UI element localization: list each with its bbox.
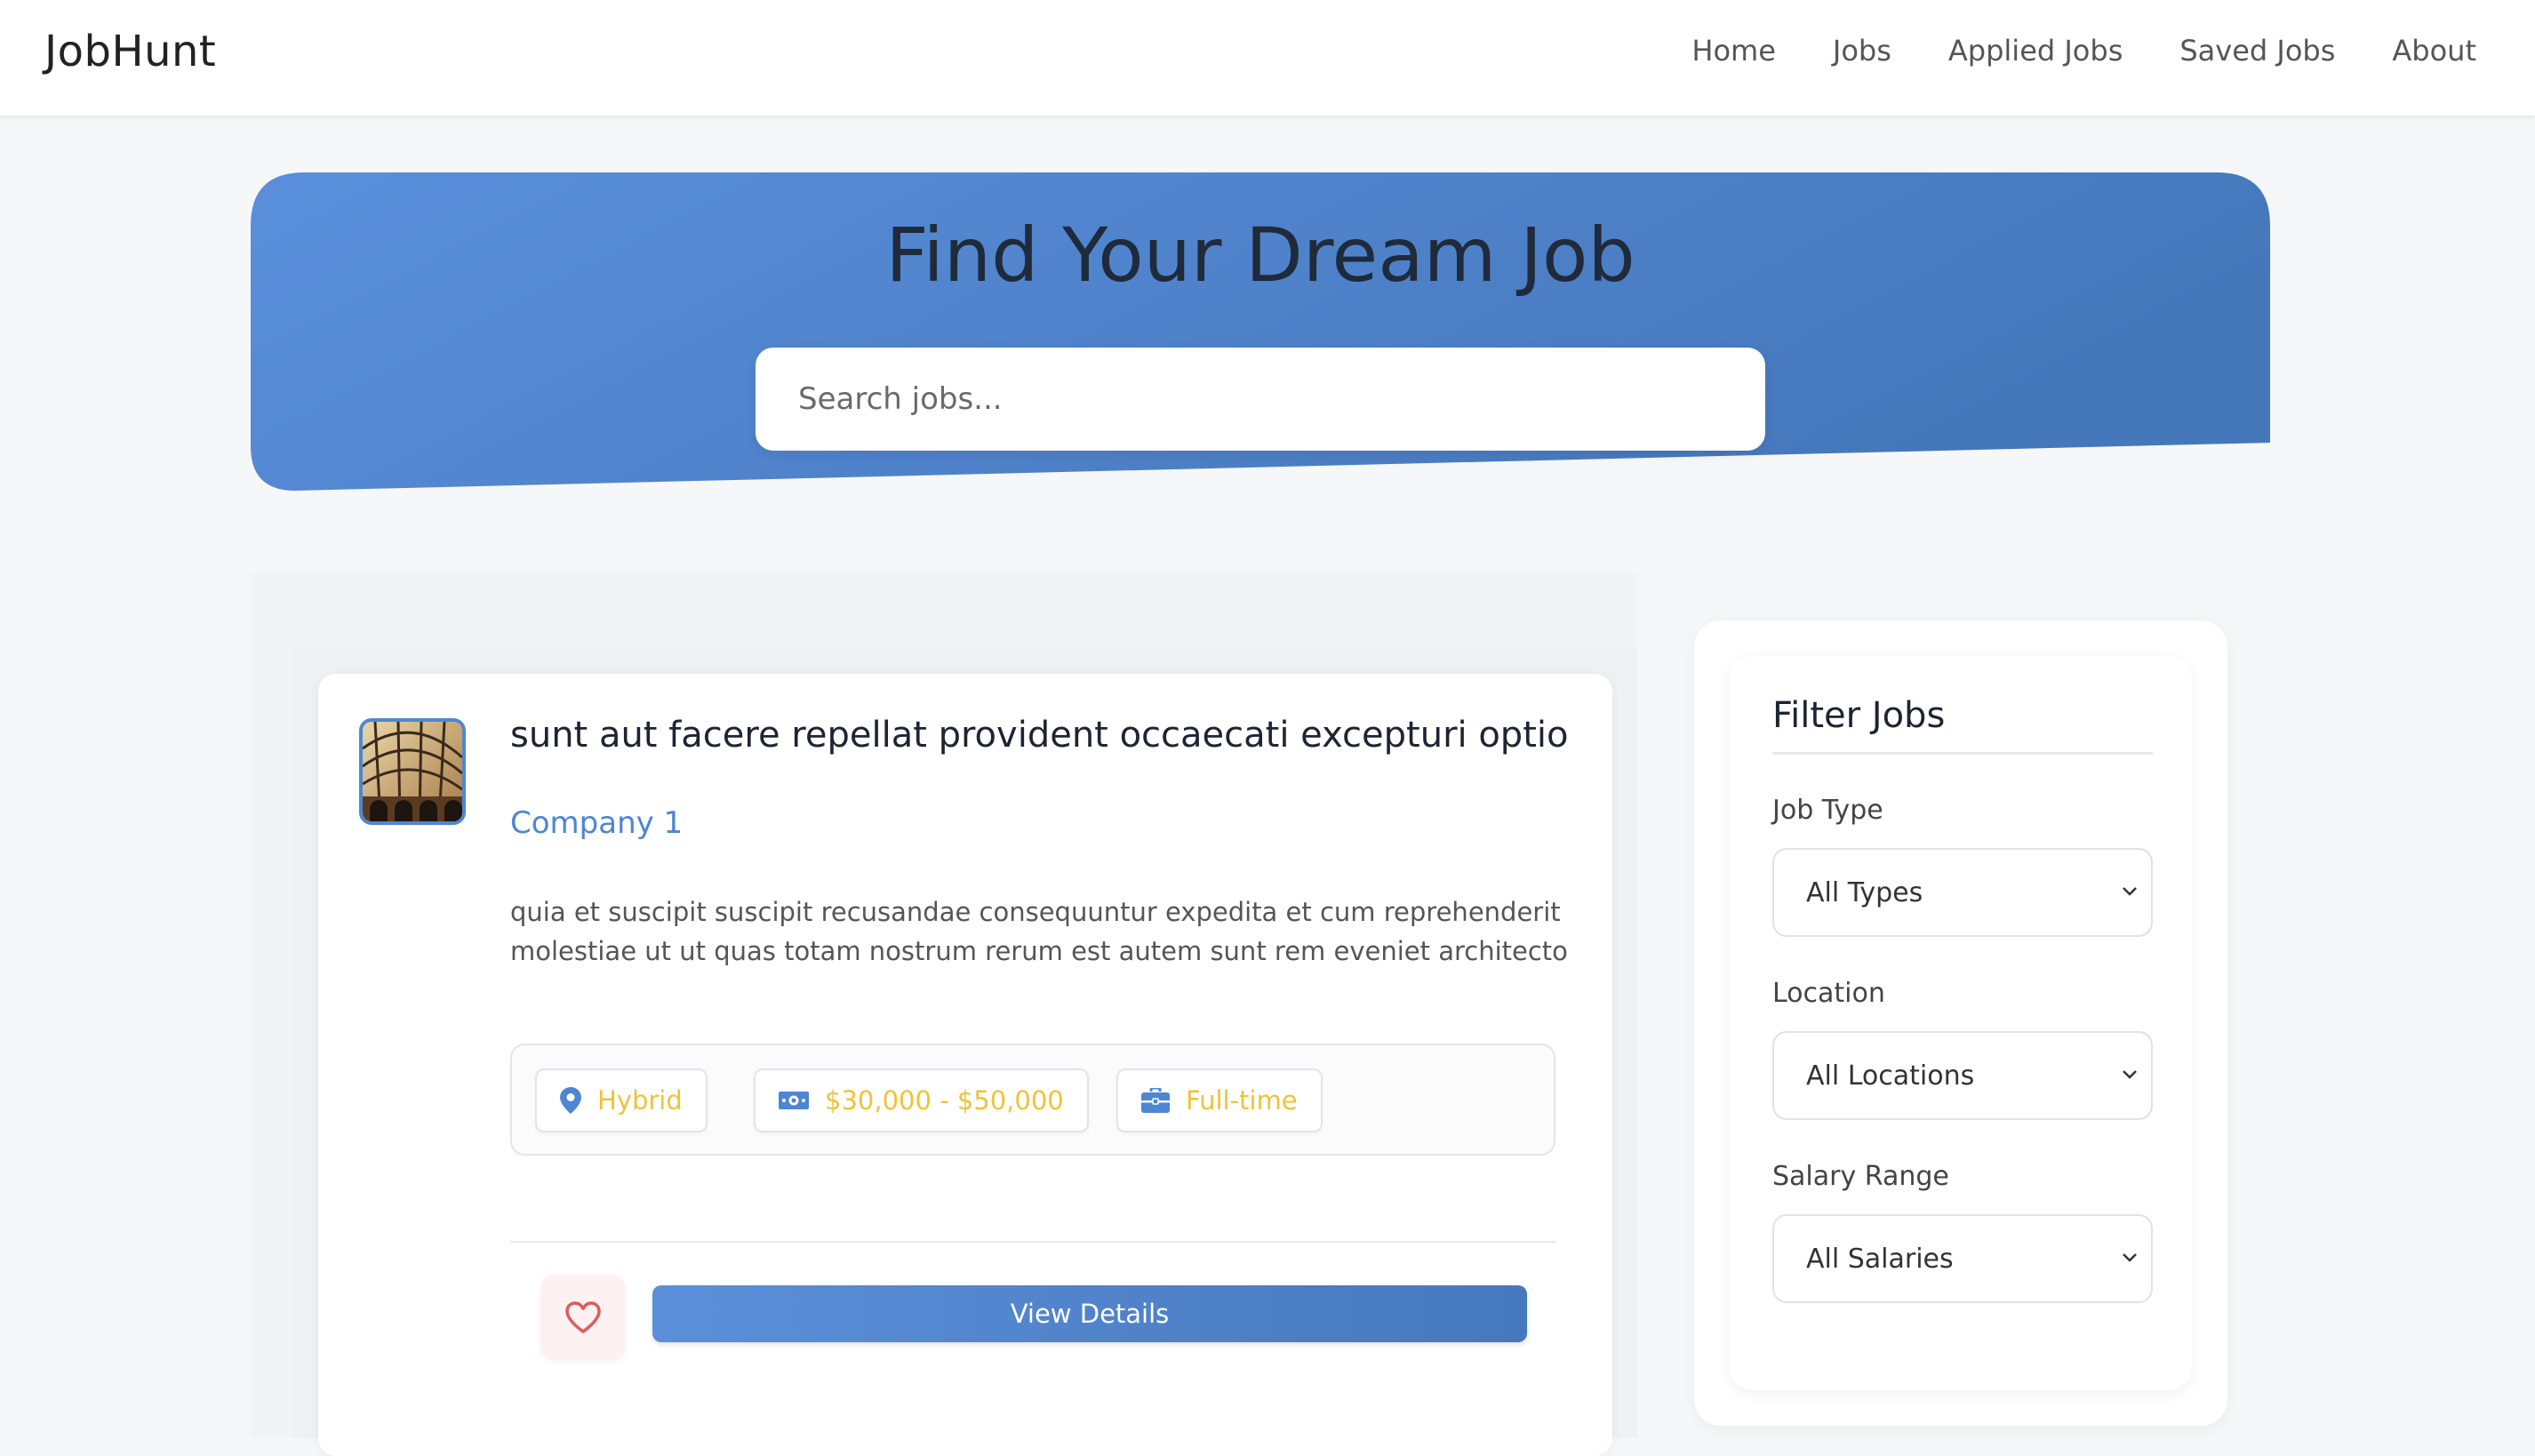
nav-saved-jobs[interactable]: Saved Jobs: [2179, 34, 2335, 68]
job-title[interactable]: sunt aut facere repellat provident occae…: [510, 715, 1577, 756]
nav-home[interactable]: Home: [1691, 34, 1776, 68]
search-input[interactable]: [756, 348, 1765, 451]
tag-job-type-label: Full-time: [1186, 1085, 1298, 1116]
job-description: quia et suscipit suscipit recusandae con…: [510, 897, 1568, 966]
location-pin-icon: [560, 1087, 581, 1114]
filter-title: Filter Jobs: [1772, 695, 1946, 736]
chevron-down-icon: [2123, 887, 2137, 896]
save-job-button[interactable]: [540, 1275, 626, 1360]
location-select[interactable]: All Locations: [1772, 1031, 2153, 1120]
card-divider: [510, 1241, 1555, 1243]
job-type-label: Job Type: [1772, 795, 1883, 826]
job-type-select[interactable]: All Types: [1772, 848, 2153, 937]
salary-range-label: Salary Range: [1772, 1161, 1949, 1192]
filter-card: Filter Jobs Job Type All Types Location …: [1730, 656, 2192, 1390]
top-navbar: JobHunt Home Jobs Applied Jobs Saved Job…: [0, 0, 2535, 116]
heart-icon: [565, 1301, 601, 1333]
filter-panel: Filter Jobs Job Type All Types Location …: [1694, 620, 2227, 1426]
tag-location: Hybrid: [535, 1068, 708, 1132]
tag-location-label: Hybrid: [597, 1085, 683, 1116]
salary-range-value: All Salaries: [1806, 1243, 1954, 1275]
nav-jobs[interactable]: Jobs: [1833, 34, 1891, 68]
location-label: Location: [1772, 978, 1885, 1009]
company-name-link[interactable]: Company 1: [510, 805, 683, 841]
nav-links: Home Jobs Applied Jobs Saved Jobs About: [1691, 34, 2476, 68]
company-logo-image: [359, 718, 466, 825]
nav-applied-jobs[interactable]: Applied Jobs: [1948, 34, 2123, 68]
hero-banner: Find Your Dream Job: [251, 172, 2270, 492]
tag-job-type: Full-time: [1116, 1068, 1323, 1132]
brand-logo[interactable]: JobHunt: [44, 27, 216, 76]
briefcase-icon: [1141, 1088, 1170, 1113]
job-type-value: All Types: [1806, 876, 1923, 908]
hero-title: Find Your Dream Job: [885, 212, 1635, 299]
job-card: sunt aut facere repellat provident occae…: [318, 674, 1612, 1456]
chevron-down-icon: [2123, 1253, 2137, 1262]
salary-range-select[interactable]: All Salaries: [1772, 1214, 2153, 1303]
view-details-button[interactable]: View Details: [652, 1285, 1527, 1342]
nav-about[interactable]: About: [2392, 34, 2476, 68]
money-icon: [779, 1092, 809, 1109]
tag-salary: $30,000 - $50,000: [754, 1068, 1089, 1132]
location-value: All Locations: [1806, 1060, 1975, 1092]
chevron-down-icon: [2123, 1070, 2137, 1079]
job-tags: Hybrid $30,000 - $50,000 Full-time: [510, 1044, 1555, 1156]
filter-title-divider: [1772, 752, 2153, 755]
tag-salary-label: $30,000 - $50,000: [825, 1085, 1064, 1116]
